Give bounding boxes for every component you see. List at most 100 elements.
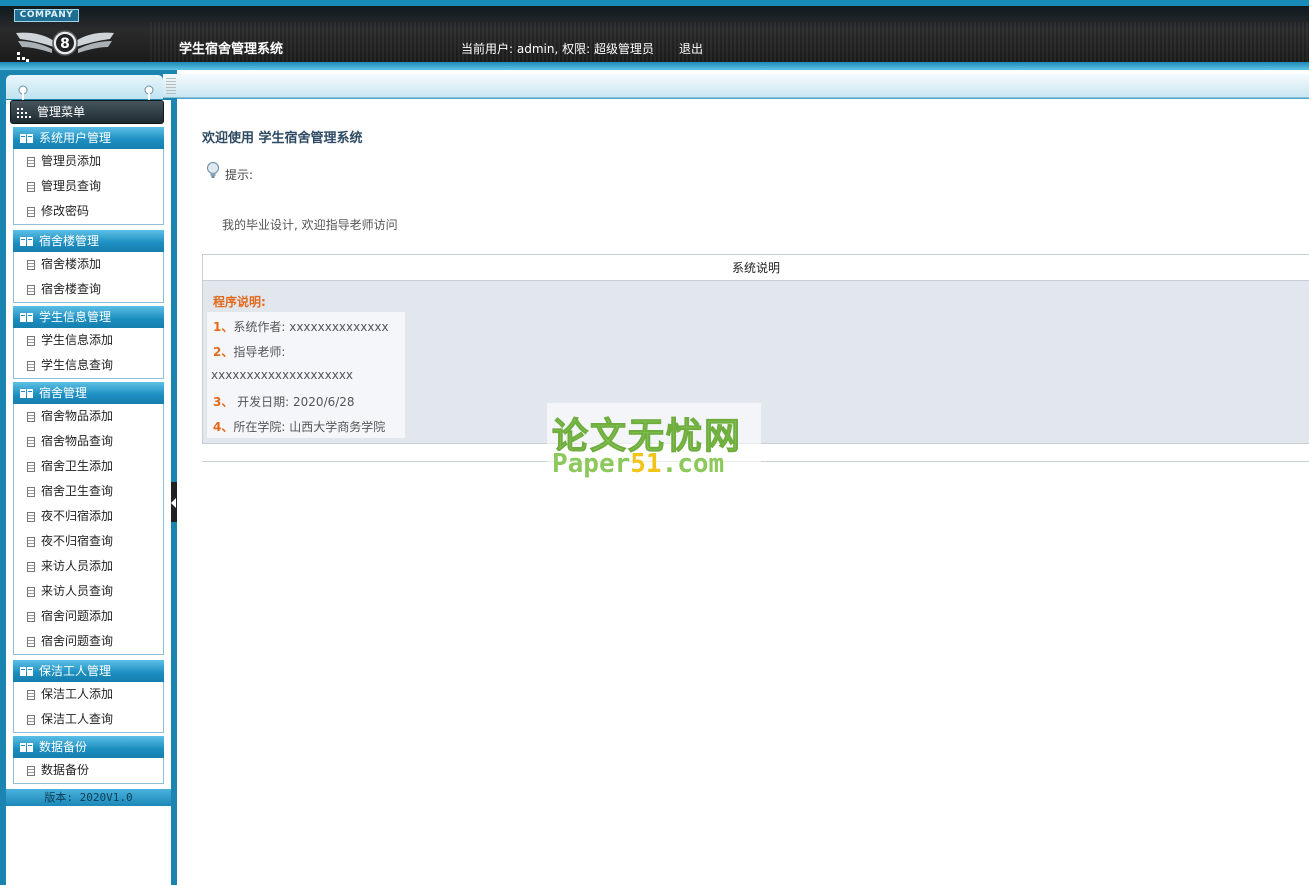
- menu-item-label: 宿舍物品查询: [41, 434, 114, 448]
- menu-group-header[interactable]: 数据备份: [13, 736, 164, 758]
- menu-item-label: 宿舍问题查询: [41, 634, 114, 648]
- menu-group-header[interactable]: 宿舍管理: [13, 382, 164, 404]
- top-header: [0, 0, 1309, 70]
- pin-icon: [18, 85, 28, 101]
- menu-item-admin-query[interactable]: 管理员查询: [14, 174, 163, 199]
- menu-group-student-info: 学生信息管理 学生信息添加 学生信息查询: [13, 306, 164, 379]
- lightbulb-icon: [207, 162, 219, 178]
- page-icon: [27, 562, 35, 572]
- program-details: 1、系统作者: xxxxxxxxxxxxxx 2、指导老师: xxxxxxxxx…: [207, 312, 405, 438]
- menu-group-header[interactable]: 保洁工人管理: [13, 660, 164, 682]
- menu-item-change-password[interactable]: 修改密码: [14, 199, 163, 224]
- page-icon: [27, 766, 35, 776]
- program-title: 程序说明:: [213, 295, 266, 309]
- menu-group-title: 保洁工人管理: [39, 664, 112, 678]
- watermark-text-en: Paper51.com: [552, 449, 724, 479]
- menu-item-data-backup[interactable]: 数据备份: [14, 758, 163, 783]
- page-icon: [27, 285, 35, 295]
- menu-group-title: 系统用户管理: [39, 131, 112, 145]
- list-text: 开发日期: 2020/6/28: [233, 395, 355, 409]
- company-badge: COMPANY: [14, 9, 79, 22]
- menu-group-data-backup: 数据备份 数据备份: [13, 736, 164, 784]
- menu-item-label: 数据备份: [41, 763, 90, 777]
- tip-label: 提示:: [225, 168, 254, 182]
- menu-item-dorm-issue-add[interactable]: 宿舍问题添加: [14, 604, 163, 629]
- menu-item-dorm-goods-query[interactable]: 宿舍物品查询: [14, 429, 163, 454]
- menu-item-night-absence-add[interactable]: 夜不归宿添加: [14, 504, 163, 529]
- page-icon: [27, 157, 35, 167]
- page-icon: [27, 612, 35, 622]
- page-icon: [27, 512, 35, 522]
- page-icon: [27, 462, 35, 472]
- list-number: 4、: [213, 420, 234, 434]
- menu-item-student-add[interactable]: 学生信息添加: [14, 328, 163, 353]
- list-number: 2、: [213, 345, 234, 359]
- book-icon: [20, 313, 33, 322]
- menu-item-dorm-issue-query[interactable]: 宿舍问题查询: [14, 629, 163, 654]
- svg-text:8: 8: [60, 36, 70, 52]
- menu-item-label: 保洁工人添加: [41, 687, 114, 701]
- pin-icon: [144, 85, 154, 101]
- list-item: 1、系统作者: xxxxxxxxxxxxxx: [213, 318, 389, 335]
- list-text: 指导老师:: [233, 345, 286, 359]
- main-content: 欢迎使用 学生宿舍管理系统 提示: 我的毕业设计, 欢迎指导老师访问 系统说明 …: [177, 98, 1309, 885]
- watermark-en-suffix: .com: [661, 449, 725, 479]
- logout-link[interactable]: 退出: [679, 40, 703, 57]
- menu-group-title: 数据备份: [39, 740, 88, 754]
- menu-group-dorm-buildings: 宿舍楼管理 宿舍楼添加 宿舍楼查询: [13, 230, 164, 303]
- menu-item-building-query[interactable]: 宿舍楼查询: [14, 277, 163, 302]
- menu-group-system-users: 系统用户管理 管理员添加 管理员查询 修改密码: [13, 127, 164, 225]
- menu-item-label: 管理员添加: [41, 154, 102, 168]
- logo-dots-icon: [17, 52, 29, 62]
- list-text: 系统作者: xxxxxxxxxxxxxx: [233, 320, 389, 334]
- book-icon: [20, 389, 33, 398]
- menu-group-header[interactable]: 宿舍楼管理: [13, 230, 164, 252]
- book-icon: [20, 667, 33, 676]
- menu-item-admin-add[interactable]: 管理员添加: [14, 149, 163, 174]
- menu-item-label: 宿舍卫生添加: [41, 459, 114, 473]
- menu-item-cleaner-add[interactable]: 保洁工人添加: [14, 682, 163, 707]
- menu-item-night-absence-query[interactable]: 夜不归宿查询: [14, 529, 163, 554]
- list-item: 3、 开发日期: 2020/6/28: [213, 393, 355, 410]
- version-label: 版本: 2020V1.0: [6, 789, 171, 806]
- book-icon: [20, 134, 33, 143]
- menu-item-visitor-query[interactable]: 来访人员查询: [14, 579, 163, 604]
- menu-group-header[interactable]: 系统用户管理: [13, 127, 164, 149]
- watermark-en-prefix: Paper: [552, 449, 631, 479]
- menu-item-dorm-goods-add[interactable]: 宿舍物品添加: [14, 404, 163, 429]
- menu-item-label: 管理员查询: [41, 179, 102, 193]
- menu-item-dorm-hygiene-query[interactable]: 宿舍卫生查询: [14, 479, 163, 504]
- system-title: 学生宿舍管理系统: [179, 42, 284, 57]
- menu-item-building-add[interactable]: 宿舍楼添加: [14, 252, 163, 277]
- menu-item-label: 宿舍楼查询: [41, 282, 102, 296]
- page-icon: [27, 587, 35, 597]
- page-icon: [27, 487, 35, 497]
- menu-group-header[interactable]: 学生信息管理: [13, 306, 164, 328]
- menu-item-cleaner-query[interactable]: 保洁工人查询: [14, 707, 163, 732]
- menu-item-student-query[interactable]: 学生信息查询: [14, 353, 163, 378]
- content-toolbar: [163, 74, 1309, 98]
- page-icon: [27, 336, 35, 346]
- page-icon: [27, 182, 35, 192]
- page-icon: [27, 260, 35, 270]
- page-icon: [27, 690, 35, 700]
- menu-group-dorm-management: 宿舍管理 宿舍物品添加 宿舍物品查询 宿舍卫生添加 宿舍卫生查询 夜不归宿添加 …: [13, 382, 164, 655]
- menu-item-visitor-add[interactable]: 来访人员添加: [14, 554, 163, 579]
- menu-item-dorm-hygiene-add[interactable]: 宿舍卫生添加: [14, 454, 163, 479]
- collapse-arrow-icon[interactable]: [171, 498, 176, 508]
- menu-item-label: 宿舍物品添加: [41, 409, 114, 423]
- header-texture: [150, 22, 1309, 62]
- menu-header-label: 管理菜单: [37, 105, 86, 119]
- menu-group-title: 学生信息管理: [39, 310, 112, 324]
- menu-item-label: 宿舍卫生查询: [41, 484, 114, 498]
- list-text: 所在学院: 山西大学商务学院: [233, 420, 386, 434]
- grip-icon: [166, 78, 176, 94]
- page-icon: [27, 361, 35, 371]
- page-icon: [27, 412, 35, 422]
- menu-group-title: 宿舍楼管理: [39, 234, 100, 248]
- menu-header: 管理菜单: [10, 100, 164, 124]
- menu-item-label: 夜不归宿查询: [41, 534, 114, 548]
- sidebar-top-bar: [6, 75, 163, 99]
- grid-icon: [17, 108, 31, 118]
- menu-item-label: 夜不归宿添加: [41, 509, 114, 523]
